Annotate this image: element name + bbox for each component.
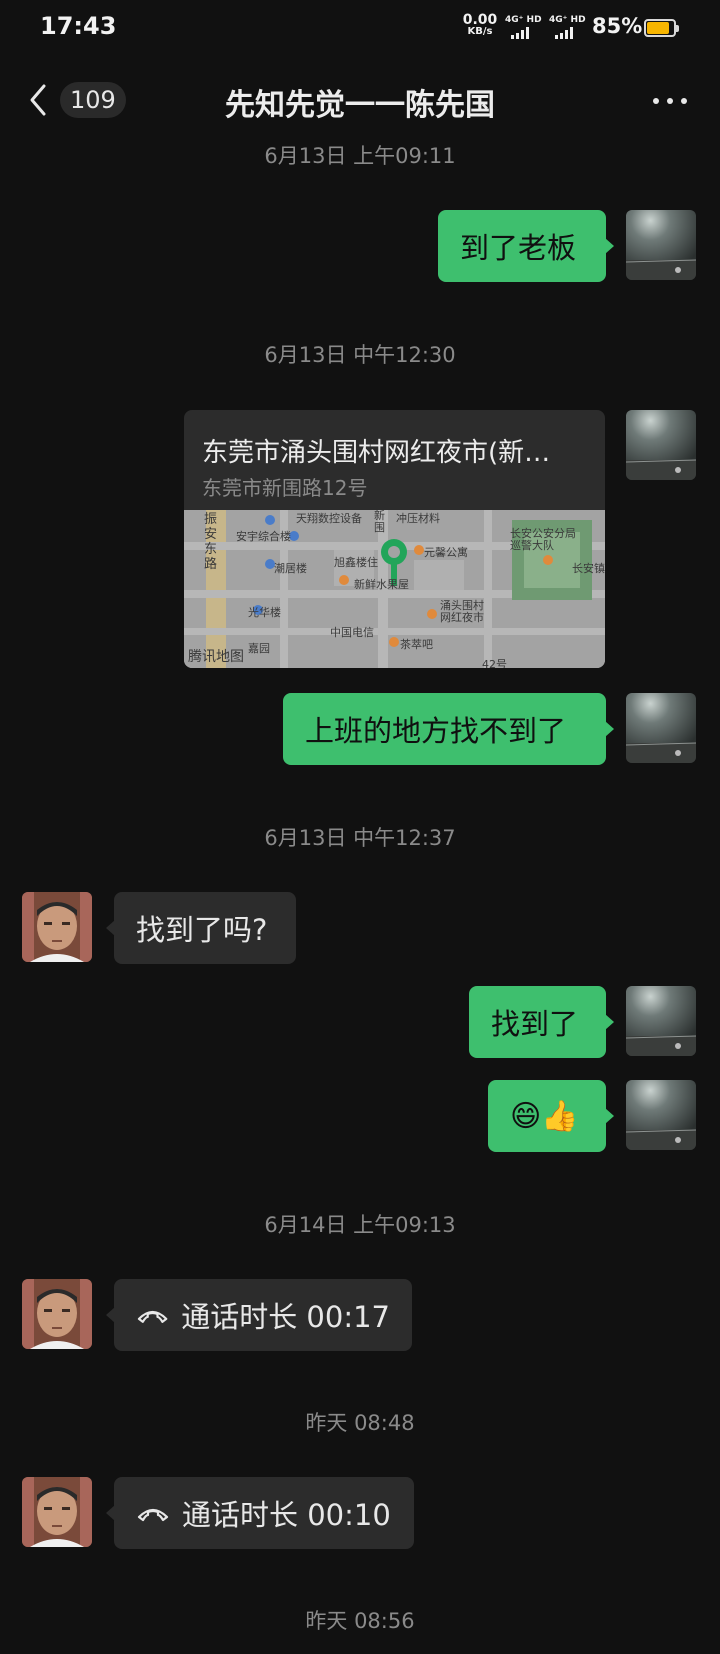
avatar-night-sky — [626, 1080, 696, 1150]
location-address: 东莞市新围路12号 — [202, 476, 368, 500]
map-label: 旭鑫楼住 — [334, 556, 378, 569]
network-speed-value: 0.00 — [462, 12, 498, 28]
more-options-button[interactable] — [648, 86, 692, 116]
avatar-night-sky — [626, 986, 696, 1056]
map-label: 新鲜水果屋 — [354, 578, 409, 591]
status-bar: 17:43 0.00 KB/s 4G⁺ HD 4G⁺ HD 85% — [0, 0, 720, 56]
outgoing-emoji-bubble[interactable]: 😄👍 — [488, 1080, 614, 1152]
back-button[interactable]: 109 — [22, 80, 126, 120]
message-timestamp: 6月14日 上午09:13 — [264, 1213, 456, 1237]
my-avatar[interactable] — [626, 693, 696, 763]
chat-header: 109 先知先觉一一陈先国 — [0, 66, 720, 134]
incoming-call-bubble[interactable]: 通话时长 00:17 — [106, 1279, 412, 1351]
avatar-night-sky — [626, 693, 696, 763]
contact-avatar[interactable] — [22, 892, 92, 962]
message-text: 找到了 — [491, 1007, 579, 1041]
map-label: 振安东路 — [204, 512, 218, 572]
message-timestamp: 昨天 08:48 — [305, 1411, 415, 1435]
contact-avatar[interactable] — [22, 1279, 92, 1349]
message-text: 到了老板 — [460, 231, 577, 265]
phone-hangup-icon — [137, 1311, 168, 1323]
call-duration-text: 通话时长 00:10 — [182, 1498, 391, 1532]
map-label: 嘉园 — [248, 642, 270, 655]
my-avatar[interactable] — [626, 210, 696, 280]
chat-title: 先知先觉一一陈先国 — [225, 88, 495, 123]
map-label: 冲压材料 — [396, 512, 440, 525]
my-avatar[interactable] — [626, 1080, 696, 1150]
more-dot — [667, 98, 673, 104]
map-brand-label: 腾讯地图 — [188, 649, 244, 665]
location-message-card[interactable]: 东莞市涌头围村网红夜市(新… 东莞市新围路12号 天翔数控设备 冲压材料 安宇综… — [184, 410, 605, 668]
avatar-portrait — [22, 892, 92, 962]
location-map-preview: 天翔数控设备 冲压材料 安宇综合楼 振安东路 潮居楼 旭鑫楼住 元馨公寓 长安公… — [184, 510, 605, 668]
map-label: 光华楼 — [248, 606, 281, 619]
map-label: 中国电信 — [330, 626, 374, 639]
more-dot — [681, 98, 687, 104]
phone-hangup-icon — [137, 1508, 169, 1522]
incoming-call-bubble[interactable]: 通话时长 00:10 — [106, 1477, 414, 1549]
avatar-night-sky — [626, 410, 696, 480]
message-timestamp: 6月13日 上午09:11 — [264, 144, 456, 168]
signal-2-label: 4G⁺ HD — [549, 15, 586, 25]
outgoing-message-bubble[interactable]: 上班的地方找不到了 — [283, 693, 614, 765]
signal-1: 4G⁺ HD — [505, 15, 542, 39]
outgoing-message-bubble[interactable]: 找到了 — [469, 986, 614, 1058]
contact-avatar[interactable] — [22, 1477, 92, 1547]
map-label: 安宇综合楼 — [236, 530, 291, 543]
message-timestamp: 6月13日 中午12:37 — [264, 826, 456, 850]
message-timestamp: 昨天 08:56 — [305, 1609, 415, 1633]
call-duration-text: 通话时长 00:17 — [181, 1300, 390, 1334]
map-label: 长安镇 — [572, 562, 605, 575]
avatar-portrait — [22, 1279, 92, 1349]
network-speed: 0.00 KB/s — [462, 12, 498, 38]
my-avatar[interactable] — [626, 986, 696, 1056]
map-label: 元馨公寓 — [424, 546, 468, 559]
message-timestamp: 6月13日 中午12:30 — [264, 343, 456, 367]
battery-percent: 85% — [592, 14, 643, 38]
message-text: 找到了吗? — [136, 913, 268, 947]
location-title: 东莞市涌头围村网红夜市(新… — [202, 438, 551, 468]
map-label: 涌头围村 网红夜市 — [440, 599, 484, 624]
signal-2: 4G⁺ HD — [549, 15, 586, 39]
avatar-portrait — [22, 1477, 92, 1547]
status-time: 17:43 — [40, 12, 117, 40]
signal-1-label: 4G⁺ HD — [505, 15, 542, 25]
map-label: 潮居楼 — [274, 562, 307, 575]
message-text: 上班的地方找不到了 — [305, 714, 567, 748]
my-avatar[interactable] — [626, 410, 696, 480]
map-label: 长安公安分局 巡警大队 — [510, 527, 576, 552]
signal-bars-icon — [511, 27, 542, 39]
outgoing-message-bubble[interactable]: 到了老板 — [438, 210, 614, 282]
back-chevron-icon — [30, 84, 46, 116]
battery-icon — [644, 19, 679, 37]
map-label: 天翔数控设备 — [296, 512, 362, 525]
map-label: 茶萃吧 — [400, 638, 433, 651]
more-dots-icon — [653, 98, 659, 104]
signal-bars-icon — [555, 27, 586, 39]
map-label: 42号 — [482, 658, 507, 668]
emoji-text: 😄👍 — [510, 1098, 579, 1134]
map-label: 新围 — [374, 510, 385, 534]
incoming-message-bubble[interactable]: 找到了吗? — [106, 892, 296, 964]
unread-count-badge: 109 — [60, 82, 126, 118]
avatar-night-sky — [626, 210, 696, 280]
battery-fill — [647, 22, 670, 34]
